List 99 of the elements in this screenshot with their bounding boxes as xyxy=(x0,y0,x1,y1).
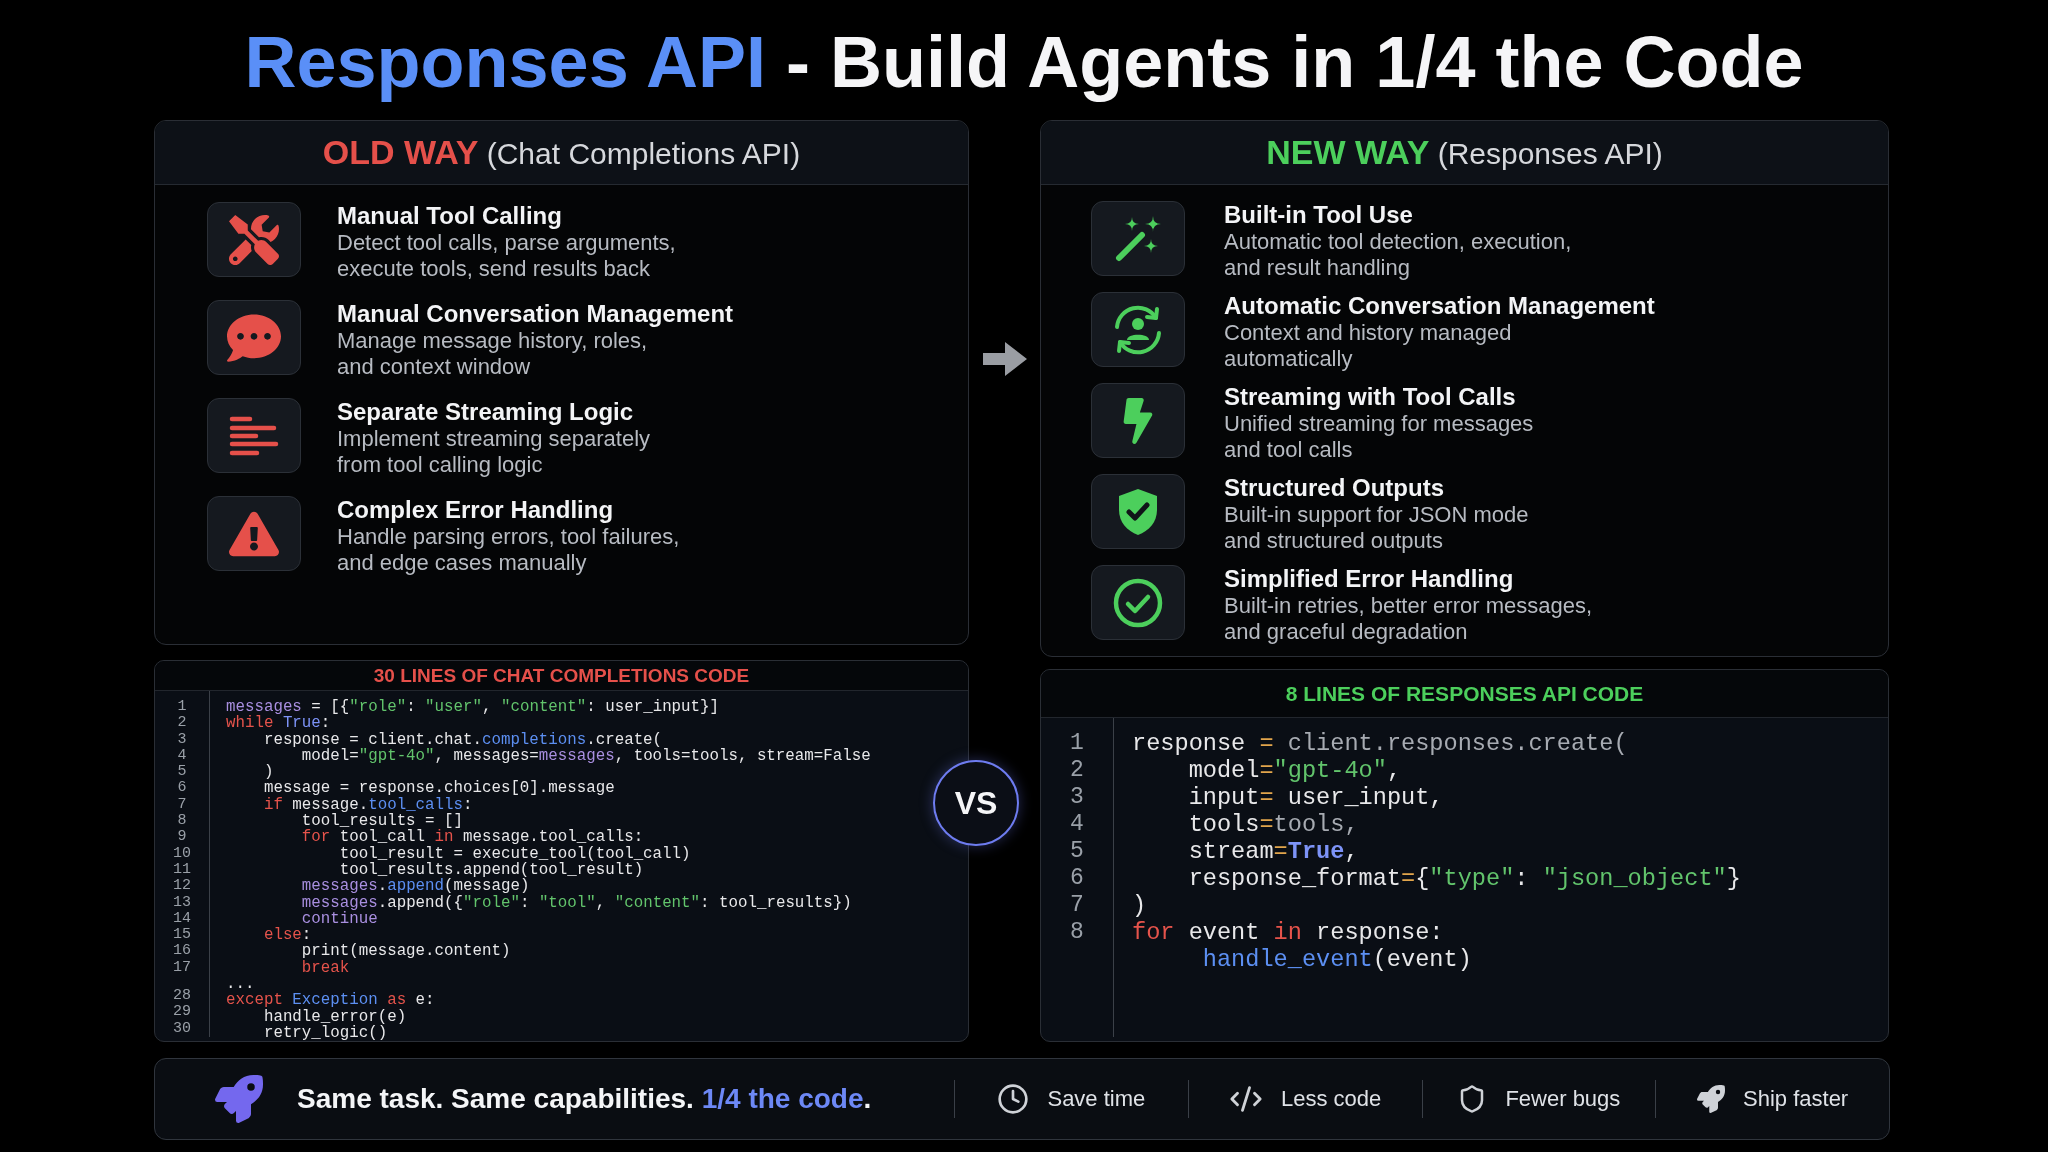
code-line: ... xyxy=(226,976,255,993)
feature-title: Streaming with Tool Calls xyxy=(1224,383,1516,411)
rocket-icon xyxy=(215,1075,263,1123)
code-line: for tool_call in message.tool_calls: xyxy=(300,829,644,846)
code-line: continue xyxy=(301,910,378,928)
line-number: 10 xyxy=(173,845,191,862)
code-line: handle_error(e) xyxy=(262,1008,407,1025)
code-line: messages = [{"role": "user", "content": user_input}] xyxy=(226,699,719,716)
clock-icon xyxy=(997,1083,1030,1115)
feature-description: Handle parsing errors, tool failures, and edge cases manually xyxy=(337,524,680,576)
code-line: retry_logic() xyxy=(262,1024,388,1041)
rocket-icon xyxy=(1697,1085,1726,1113)
line-number: 17 xyxy=(173,959,191,977)
code-line: messages.append({"role": "tool", "content": tool_results}) xyxy=(300,894,852,911)
code-line: while True: xyxy=(226,715,331,732)
code-line: message = response.choices[0].message xyxy=(262,780,615,797)
feature-description: Automatic tool detection, execution, and result handling xyxy=(1224,229,1572,281)
code-line: input= user_input, xyxy=(1187,784,1444,811)
feature-title: Automatic Conversation Management xyxy=(1224,292,1655,320)
line-number: 12 xyxy=(173,878,191,895)
line-number: 16 xyxy=(173,943,191,960)
code-title: 30 LINES OF CHAT COMPLETIONS CODE xyxy=(373,664,750,687)
feature-title: Simplified Error Handling xyxy=(1224,565,1514,593)
line-number: 8 xyxy=(1070,919,1084,946)
wrench-screwdriver-icon xyxy=(207,202,301,277)
code-line: else: xyxy=(262,927,312,944)
code-line: break xyxy=(300,959,350,977)
line-number: 6 xyxy=(177,780,187,797)
line-number: 9 xyxy=(177,829,187,846)
feature-description: Unified streaming for messages and tool calls xyxy=(1224,411,1534,463)
line-number: 30 xyxy=(173,1020,191,1037)
benefit-label: Less code xyxy=(1280,1086,1382,1112)
code-line: tool_results = [] xyxy=(301,813,463,830)
line-number: 4 xyxy=(177,747,187,765)
feature-description: Manage message history, roles, and context window xyxy=(337,328,648,380)
line-number: 1 xyxy=(1070,730,1084,757)
code-title: 8 LINES OF RESPONSES API CODE xyxy=(1285,681,1644,706)
code-line: model="gpt-4o", xyxy=(1187,757,1402,784)
feature-title: Complex Error Handling xyxy=(337,496,614,524)
line-number: 2 xyxy=(1070,757,1084,784)
code-line: except Exception as e: xyxy=(226,992,435,1009)
code-line: for event in response: xyxy=(1132,919,1444,946)
right-arrow-icon xyxy=(982,342,1027,376)
feature-title: Manual Conversation Management xyxy=(337,300,734,328)
chat-bubble-icon xyxy=(207,300,301,375)
user-sync-icon xyxy=(1091,292,1185,367)
line-number: 5 xyxy=(1070,838,1084,865)
code-line: response = client.chat.completions.create( xyxy=(262,731,663,748)
code-line: tools=tools, xyxy=(1187,811,1359,838)
feature-description: Built-in support for JSON mode and structured outputs xyxy=(1224,502,1529,554)
code-line: tool_result = execute_tool(tool_call) xyxy=(338,845,691,862)
feature-title: Structured Outputs xyxy=(1224,474,1444,502)
vs-badge: VS xyxy=(933,760,1019,846)
tagline: Same task. Same capabilities. 1/4 the code. xyxy=(297,1083,872,1115)
line-number: 11 xyxy=(173,861,191,879)
code-line: stream=True, xyxy=(1187,838,1359,865)
line-number: 1 xyxy=(177,699,187,716)
code-line: print(message.content) xyxy=(300,943,511,960)
code-line: messages.append(message) xyxy=(300,878,530,895)
feature-title: Separate Streaming Logic xyxy=(337,398,634,426)
panel-heading: NEW WAY (Responses API) xyxy=(1266,133,1663,172)
line-number: 2 xyxy=(177,715,187,732)
benefit-label: Save time xyxy=(1047,1086,1146,1112)
page-title: Responses API - Build Agents in 1/4 the Code xyxy=(244,23,1804,103)
shield-check-icon xyxy=(1091,474,1185,549)
line-number: 14 xyxy=(173,910,191,928)
line-number: 7 xyxy=(177,796,187,814)
code-line: handle_event(event) xyxy=(1201,946,1472,973)
feature-description: Implement streaming separately from tool calling logic xyxy=(337,426,651,478)
line-number: 3 xyxy=(1070,784,1084,811)
line-number: 5 xyxy=(177,764,187,781)
magic-wand-icon xyxy=(1091,201,1185,276)
warning-icon xyxy=(207,496,301,571)
feature-title: Built-in Tool Use xyxy=(1224,201,1413,229)
code-line: ) xyxy=(262,764,274,781)
line-number: 3 xyxy=(177,731,187,748)
line-number: 15 xyxy=(173,927,191,944)
line-number: 29 xyxy=(173,1004,191,1021)
panel-heading: OLD WAY (Chat Completions API) xyxy=(322,133,801,172)
line-number: 6 xyxy=(1070,865,1084,892)
line-number: 8 xyxy=(177,813,187,830)
code-line: ) xyxy=(1132,892,1147,919)
code-line: response_format={"type": "json_object"} xyxy=(1187,865,1741,892)
feature-title: Manual Tool Calling xyxy=(337,202,562,230)
line-number: 7 xyxy=(1070,892,1084,919)
feature-description: Detect tool calls, parse arguments, execute tools, send results back xyxy=(337,230,676,282)
code-line: if message.tool_calls: xyxy=(262,796,473,814)
line-number: 28 xyxy=(173,988,191,1005)
lightning-icon xyxy=(1091,383,1185,458)
line-number: 4 xyxy=(1070,811,1084,838)
text-lines-icon xyxy=(207,398,301,473)
code-line: tool_results.append(tool_result) xyxy=(338,861,644,879)
benefit-label: Fewer bugs xyxy=(1505,1086,1621,1112)
code-line: response = client.responses.create( xyxy=(1132,730,1628,757)
code-line: model="gpt-4o", messages=messages, tools=tools, stream=False xyxy=(301,747,871,765)
benefit-label: Ship faster xyxy=(1743,1086,1849,1112)
line-number: 13 xyxy=(173,894,191,911)
feature-description: Built-in retries, better error messages, and graceful degradation xyxy=(1224,593,1593,645)
feature-description: Context and history managed automatically xyxy=(1224,320,1512,372)
